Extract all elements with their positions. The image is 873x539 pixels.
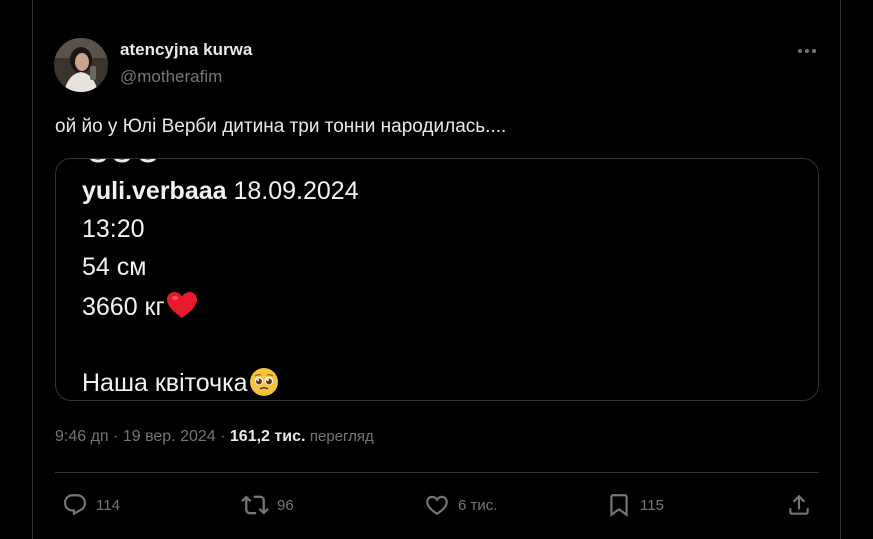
media-line-header: yuli.verbaaa 18.09.2024 bbox=[82, 177, 359, 206]
views-label: перегляд bbox=[309, 428, 374, 445]
tweet-metadata: 9:46 дп · 19 вер. 2024 · 161,2 тис. пере… bbox=[55, 428, 374, 446]
meta-separator: · bbox=[220, 428, 230, 445]
media-length: 54 см bbox=[82, 253, 147, 281]
reply-count: 114 bbox=[96, 496, 120, 514]
tweet-date[interactable]: 19 вер. 2024 bbox=[123, 428, 216, 445]
tweet-time[interactable]: 9:46 дп bbox=[55, 428, 109, 445]
bookmark-icon bbox=[610, 494, 628, 517]
bookmark-count: 115 bbox=[640, 496, 664, 514]
divider bbox=[55, 472, 819, 473]
like-button[interactable]: 6 тис. bbox=[424, 491, 497, 519]
reply-icon bbox=[63, 494, 87, 516]
repost-icon bbox=[241, 495, 269, 515]
share-button[interactable] bbox=[786, 491, 812, 519]
more-options-button[interactable] bbox=[794, 38, 820, 64]
meta-separator: · bbox=[113, 428, 123, 445]
media-caption: Наша квіточка bbox=[82, 369, 248, 397]
author-handle[interactable]: @motherafim bbox=[120, 67, 222, 87]
views-count[interactable]: 161,2 тис. bbox=[230, 428, 306, 445]
media-username: yuli.verbaaa bbox=[82, 177, 227, 205]
tweet-media-image[interactable]: yuli.verbaaa 18.09.2024 13:20 54 см 3660… bbox=[55, 158, 819, 401]
reply-button[interactable]: 114 bbox=[62, 491, 120, 519]
avatar[interactable] bbox=[54, 38, 108, 92]
media-line-caption: Наша квіточка bbox=[82, 367, 279, 398]
repost-button[interactable]: 96 bbox=[241, 491, 294, 519]
share-icon bbox=[789, 494, 809, 515]
heart-icon bbox=[426, 495, 448, 515]
repost-count: 96 bbox=[277, 496, 294, 514]
media-time: 13:20 bbox=[82, 215, 145, 243]
more-icon bbox=[798, 49, 816, 53]
media-line-weight: 3660 кг bbox=[82, 291, 198, 322]
heart-emoji-icon bbox=[166, 292, 197, 318]
media-weight: 3660 кг bbox=[82, 293, 165, 321]
pleading-face-emoji-icon bbox=[249, 368, 278, 396]
tweet-text: ой йо у Юлі Верби дитина три тонни народ… bbox=[55, 116, 507, 137]
like-count: 6 тис. bbox=[458, 496, 498, 514]
author-display-name[interactable]: atencyjna kurwa bbox=[120, 40, 252, 60]
bookmark-button[interactable]: 115 bbox=[606, 491, 664, 519]
cropped-text-fragment bbox=[82, 159, 202, 173]
media-post-date: 18.09.2024 bbox=[233, 177, 359, 205]
avatar-photo bbox=[54, 38, 108, 92]
